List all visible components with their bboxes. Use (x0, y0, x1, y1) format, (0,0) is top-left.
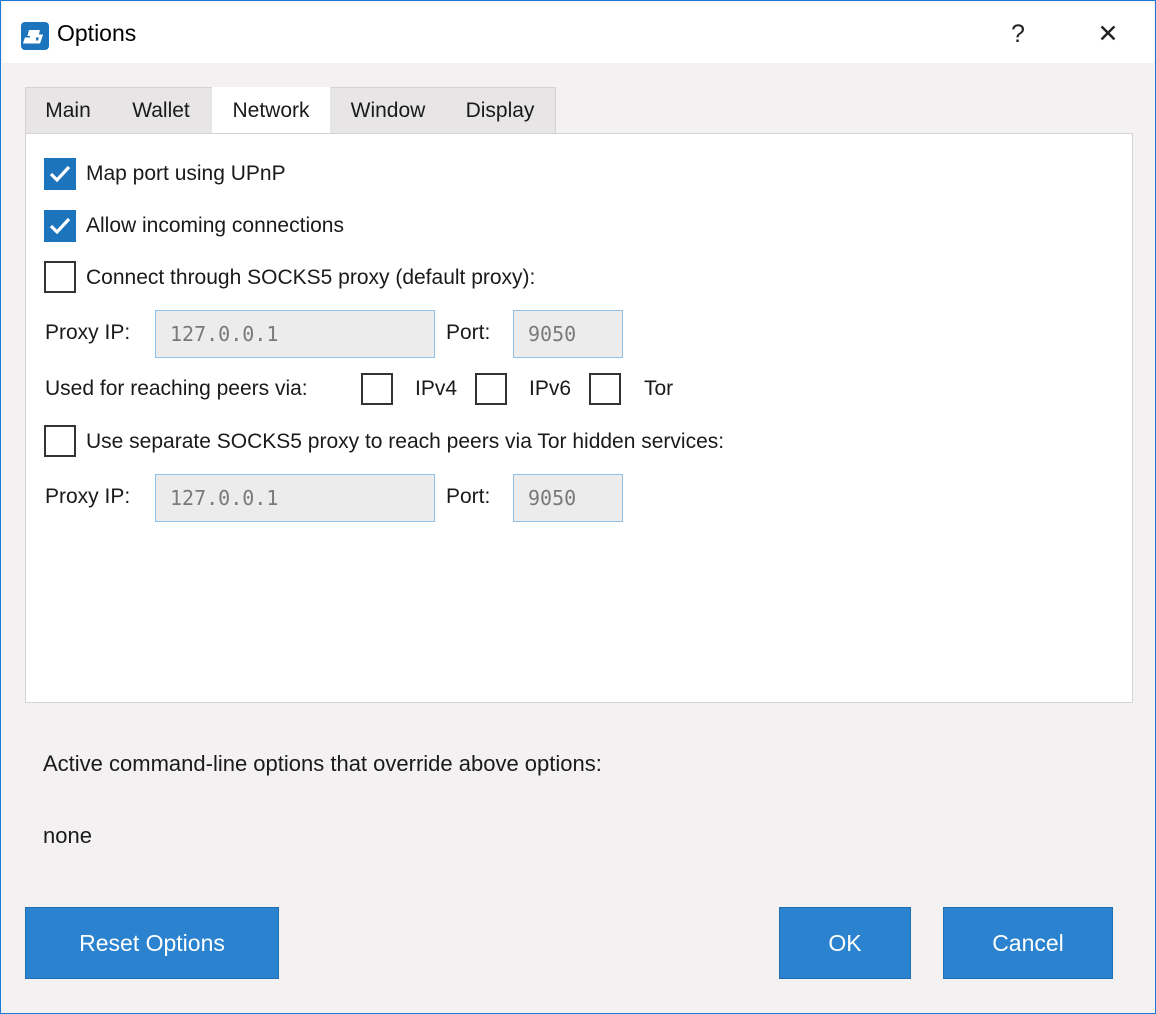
separate-tor-proxy-label: Use separate SOCKS5 proxy to reach peers… (86, 430, 725, 453)
proxy-ip-input[interactable]: 127.0.0.1 (155, 310, 435, 358)
tab-main[interactable]: Main (26, 88, 110, 134)
incoming-connections-label: Allow incoming connections (86, 214, 344, 237)
options-dialog: Options ? ✕ Main Wallet Network Window D… (0, 0, 1156, 1014)
tor-proxy-port-input[interactable]: 9050 (513, 474, 623, 522)
upnp-checkbox[interactable] (44, 158, 76, 190)
separate-tor-proxy-checkbox[interactable] (44, 425, 76, 457)
incoming-connections-checkbox[interactable] (44, 210, 76, 242)
tor-label: Tor (644, 377, 674, 400)
dash-logo-icon (21, 22, 49, 50)
proxy-port-label: Port: (446, 321, 491, 344)
tor-proxy-port-label: Port: (446, 485, 491, 508)
tor-proxy-ip-label: Proxy IP: (45, 485, 131, 508)
proxy-ip-label: Proxy IP: (45, 321, 131, 344)
socks5-proxy-checkbox[interactable] (44, 261, 76, 293)
tab-network[interactable]: Network (212, 87, 330, 135)
reach-peers-label: Used for reaching peers via: (45, 377, 308, 400)
tab-bar: Main Wallet Network Window Display (25, 87, 556, 135)
socks5-proxy-label: Connect through SOCKS5 proxy (default pr… (86, 266, 536, 289)
cmdline-options-label: Active command-line options that overrid… (43, 751, 602, 776)
cmdline-options-value: none (43, 823, 92, 848)
tab-window[interactable]: Window (338, 88, 438, 134)
help-button[interactable]: ? (998, 16, 1038, 52)
tab-wallet[interactable]: Wallet (118, 88, 204, 134)
proxy-port-input[interactable]: 9050 (513, 310, 623, 358)
reset-options-button[interactable]: Reset Options (25, 907, 279, 979)
tor-proxy-ip-input[interactable]: 127.0.0.1 (155, 474, 435, 522)
ipv6-checkbox[interactable] (475, 373, 507, 405)
upnp-label: Map port using UPnP (86, 162, 286, 185)
window-title: Options (57, 20, 137, 46)
close-button[interactable]: ✕ (1088, 16, 1128, 52)
tab-display[interactable]: Display (450, 88, 550, 134)
ok-button[interactable]: OK (779, 907, 911, 979)
ipv4-checkbox[interactable] (361, 373, 393, 405)
cancel-button[interactable]: Cancel (943, 907, 1113, 979)
tor-checkbox[interactable] (589, 373, 621, 405)
ipv6-label: IPv6 (529, 377, 572, 400)
title-bar: Options ? ✕ (2, 2, 1154, 63)
ipv4-label: IPv4 (415, 377, 458, 400)
